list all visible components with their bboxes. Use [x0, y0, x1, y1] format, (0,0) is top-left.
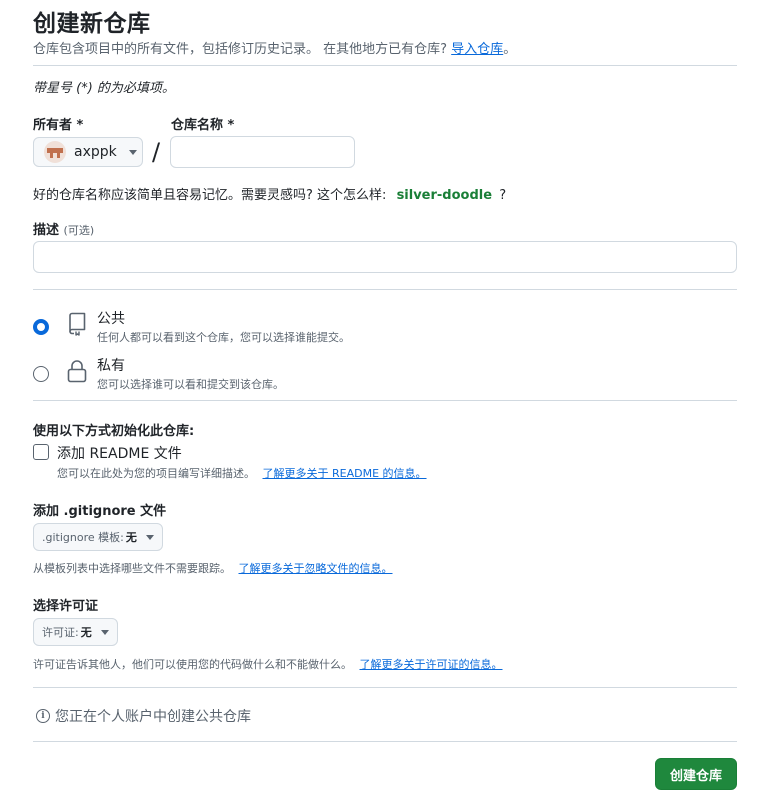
create-repository-button[interactable]: 创建仓库 [655, 758, 737, 790]
gitignore-desc-text: 从模板列表中选择哪些文件不需要跟踪。 [33, 562, 231, 575]
public-desc: 任何人都可以看到这个仓库，您可以选择谁能提交。 [97, 331, 350, 344]
readme-desc-text: 您可以在此处为您的项目编写详细描述。 [57, 467, 255, 480]
gitignore-template-select[interactable]: .gitignore 模板: 无 [33, 523, 163, 551]
info-message: i 您正在个人账户中创建公共仓库 [36, 706, 251, 726]
readme-learn-more-link[interactable]: 了解更多关于 README 的信息。 [263, 467, 427, 480]
required-fields-note: 带星号 (*) 的为必填项。 [33, 81, 175, 96]
private-radio[interactable] [33, 366, 49, 382]
divider [33, 289, 737, 290]
repo-name-hint: 好的仓库名称应该简单且容易记忆。需要灵感吗? 这个怎么样: silver-doo… [33, 184, 506, 203]
init-heading: 使用以下方式初始化此仓库: [33, 424, 195, 439]
license-select[interactable]: 许可证: 无 [33, 618, 118, 646]
chevron-down-icon [100, 629, 109, 635]
hint-text: 好的仓库名称应该简单且容易记忆。需要灵感吗? 这个怎么样: [33, 188, 387, 203]
avatar [44, 141, 66, 163]
description-input[interactable] [33, 241, 737, 273]
private-title: 私有 [97, 358, 125, 374]
description-label-text: 描述 [33, 223, 60, 238]
license-select-prefix: 许可证: [42, 626, 79, 639]
description-label: 描述 (可选) [33, 219, 94, 238]
private-desc: 您可以选择谁可以看和提交到该仓库。 [97, 378, 284, 391]
info-message-text: 您正在个人账户中创建公共仓库 [55, 709, 251, 725]
gitignore-learn-more-link[interactable]: 了解更多关于忽略文件的信息。 [239, 562, 393, 575]
repo-icon [66, 312, 88, 340]
repo-name-input[interactable] [170, 136, 355, 168]
gitignore-heading: 添加 .gitignore 文件 [33, 504, 167, 519]
lock-icon [66, 359, 88, 387]
suggested-name-link[interactable]: silver-doodle [397, 188, 493, 203]
info-icon: i [36, 709, 50, 723]
license-learn-more-link[interactable]: 了解更多关于许可证的信息。 [360, 658, 503, 671]
owner-select-button[interactable]: axppk [33, 137, 143, 167]
owner-repo-separator: / [152, 138, 161, 166]
add-readme-checkbox[interactable] [33, 444, 49, 460]
owner-label: 所有者 * [33, 118, 84, 133]
divider [33, 687, 737, 688]
chevron-down-icon [145, 534, 154, 540]
import-repo-link[interactable]: 导入仓库 [451, 42, 503, 57]
readme-desc: 您可以在此处为您的项目编写详细描述。 了解更多关于 README 的信息。 [57, 465, 427, 481]
divider [33, 65, 737, 66]
license-select-value: 无 [80, 626, 92, 639]
license-desc-text: 许可证告诉其他人，他们可以使用您的代码做什么和不能做什么。 [33, 658, 352, 671]
gitignore-select-value: 无 [125, 531, 137, 544]
add-readme-label[interactable]: 添加 README 文件 [57, 443, 182, 463]
gitignore-select-prefix: .gitignore 模板: [42, 531, 124, 544]
subtitle-end: 。 [503, 42, 517, 57]
hint-suffix: ? [499, 188, 507, 203]
gitignore-desc: 从模板列表中选择哪些文件不需要跟踪。 了解更多关于忽略文件的信息。 [33, 560, 393, 576]
page-title: 创建新仓库 [33, 11, 151, 37]
license-desc: 许可证告诉其他人，他们可以使用您的代码做什么和不能做什么。 了解更多关于许可证的… [33, 656, 503, 672]
optional-tag: (可选) [63, 224, 95, 237]
chevron-down-icon [128, 149, 137, 155]
divider [33, 741, 737, 742]
page-subtitle: 仓库包含项目中的所有文件，包括修订历史记录。 在其他地方已有仓库? 导入仓库。 [33, 38, 516, 57]
repo-name-label: 仓库名称 * [171, 118, 235, 133]
subtitle-text: 仓库包含项目中的所有文件，包括修订历史记录。 在其他地方已有仓库? [33, 42, 448, 57]
divider [33, 400, 737, 401]
owner-name: axppk [74, 144, 117, 160]
license-heading: 选择许可证 [33, 599, 99, 614]
public-title: 公共 [97, 311, 125, 327]
public-radio[interactable] [33, 319, 49, 335]
